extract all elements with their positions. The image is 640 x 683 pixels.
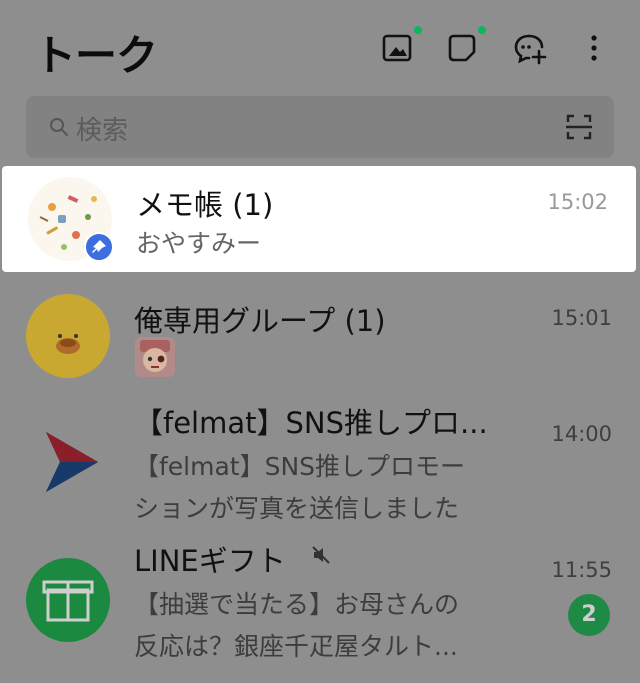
sticker-preview	[134, 336, 176, 378]
chat-name: 俺専用グループ (1)	[134, 304, 386, 338]
chat-row-memo[interactable]: メモ帳 (1) おやすみー 15:02	[2, 166, 636, 272]
album-icon[interactable]	[380, 30, 416, 66]
gift-icon	[42, 580, 94, 622]
avatar	[26, 294, 110, 378]
search-input[interactable]: 検索	[26, 96, 614, 158]
search-icon	[50, 118, 68, 136]
qr-scan-icon[interactable]	[564, 112, 594, 142]
chat-time: 15:01	[551, 306, 612, 330]
keep-new-dot	[478, 26, 486, 34]
avatar	[26, 558, 110, 642]
pin-icon	[84, 232, 114, 262]
new-chat-icon[interactable]	[512, 30, 548, 66]
chat-row-line-gift[interactable]: LINEギフト 【抽選で当たる】お母さんの 反応は？銀座千疋屋タルト... 11…	[0, 532, 640, 683]
chat-name: メモ帳 (1)	[136, 188, 274, 222]
chat-name: 【felmat】SNS推しプロ...	[134, 406, 488, 440]
chat-row-felmat[interactable]: 【felmat】SNS推しプロ... 【felmat】SNS推しプロモー ション…	[0, 392, 640, 528]
avatar	[26, 418, 110, 502]
search-placeholder: 検索	[76, 116, 129, 146]
album-new-dot	[414, 26, 422, 34]
chat-preview: おやすみー	[136, 229, 262, 258]
keep-icon[interactable]	[444, 30, 480, 66]
mute-icon	[312, 546, 330, 564]
chat-time: 11:55	[551, 558, 612, 582]
chat-name: LINEギフト	[134, 544, 286, 578]
chat-row-group[interactable]: 俺専用グループ (1) 15:01	[0, 284, 640, 390]
more-icon[interactable]	[576, 30, 612, 66]
chat-time: 14:00	[551, 422, 612, 446]
chat-time: 15:02	[547, 190, 608, 214]
chat-preview: 【felmat】SNS推しプロモー ションが写真を送信しました	[134, 452, 466, 523]
unread-badge: 2	[568, 594, 610, 636]
header: トーク	[0, 0, 640, 92]
chat-preview: 【抽選で当たる】お母さんの 反応は？銀座千疋屋タルト...	[134, 590, 460, 661]
page-title: トーク	[34, 31, 158, 80]
